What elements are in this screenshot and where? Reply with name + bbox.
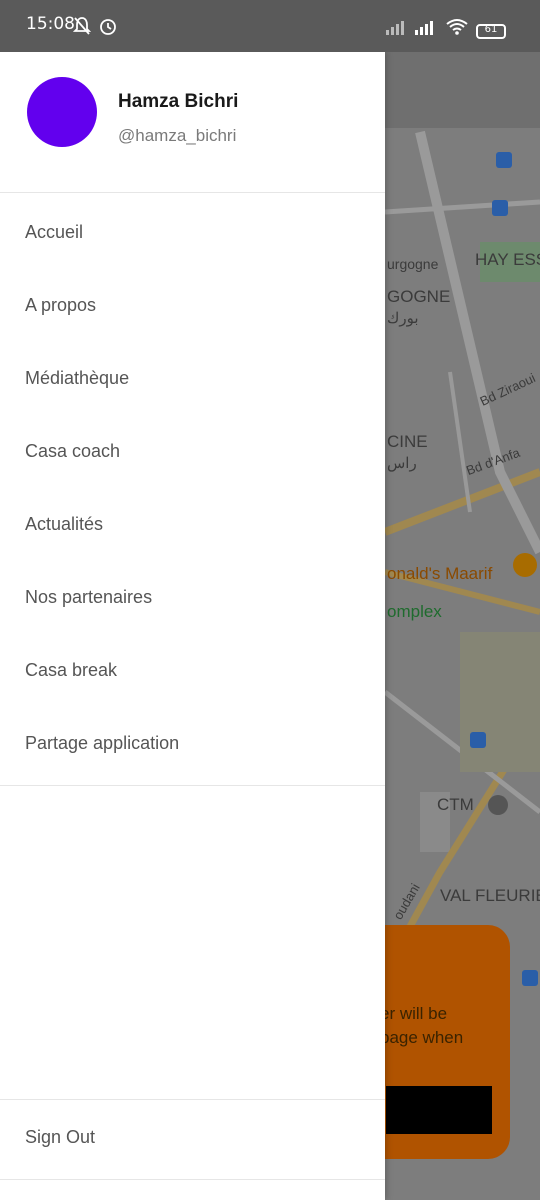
footer-divider xyxy=(0,1099,385,1100)
map-label: بورك xyxy=(387,310,419,327)
drawer-menu: Accueil A propos Médiathèque Casa coach … xyxy=(0,202,385,786)
map-card-line: page when xyxy=(380,1028,464,1047)
menu-item-mediatheque[interactable]: Médiathèque xyxy=(0,348,385,421)
bus-stop-icon[interactable] xyxy=(496,152,512,168)
signal-icon xyxy=(386,21,404,35)
map-label: urgogne xyxy=(387,256,439,272)
menu-item-partage-application[interactable]: Partage application xyxy=(0,713,385,786)
map-card-button[interactable] xyxy=(386,1086,492,1134)
bus-stop-icon[interactable] xyxy=(492,200,508,216)
status-bar: 15:08 61 xyxy=(0,0,540,52)
user-name: Hamza Bichri xyxy=(118,91,239,112)
battery-level: 61 xyxy=(484,24,498,35)
muted-bell-icon xyxy=(73,17,91,35)
map-label: راس xyxy=(387,455,417,472)
battery-icon: 61 xyxy=(476,24,506,39)
map-label: onald's Maarif xyxy=(387,564,493,583)
bus-stop-icon[interactable] xyxy=(470,732,486,748)
menu-divider xyxy=(0,785,385,786)
menu-item-actualites[interactable]: Actualités xyxy=(0,494,385,567)
map-label: CTM xyxy=(437,795,474,814)
avatar[interactable] xyxy=(27,77,97,147)
bus-stop-icon[interactable] xyxy=(522,970,538,986)
map-label: GOGNE xyxy=(387,287,451,306)
bottom-divider xyxy=(0,1179,385,1180)
user-handle: @hamza_bichri xyxy=(118,126,237,145)
menu-item-casa-coach[interactable]: Casa coach xyxy=(0,421,385,494)
menu-item-nos-partenaires[interactable]: Nos partenaires xyxy=(0,567,385,640)
map-label: omplex xyxy=(387,602,442,621)
map-label: CINE xyxy=(387,432,428,451)
status-time: 15:08 xyxy=(26,14,75,34)
map-label: HAY ESS xyxy=(475,250,540,269)
wifi-icon xyxy=(446,19,468,35)
signal-icon xyxy=(415,21,433,35)
menu-item-casa-break[interactable]: Casa break xyxy=(0,640,385,713)
map-card-line: er will be xyxy=(380,1004,448,1023)
alarm-icon xyxy=(100,19,116,35)
menu-item-a-propos[interactable]: A propos xyxy=(0,275,385,348)
navigation-drawer: Hamza Bichri @hamza_bichri Accueil A pro… xyxy=(0,52,385,1200)
sign-out-button[interactable]: Sign Out xyxy=(25,1127,95,1148)
header-divider xyxy=(0,192,385,193)
menu-item-accueil[interactable]: Accueil xyxy=(0,202,385,275)
map-label: VAL FLEURIE xyxy=(440,886,540,905)
